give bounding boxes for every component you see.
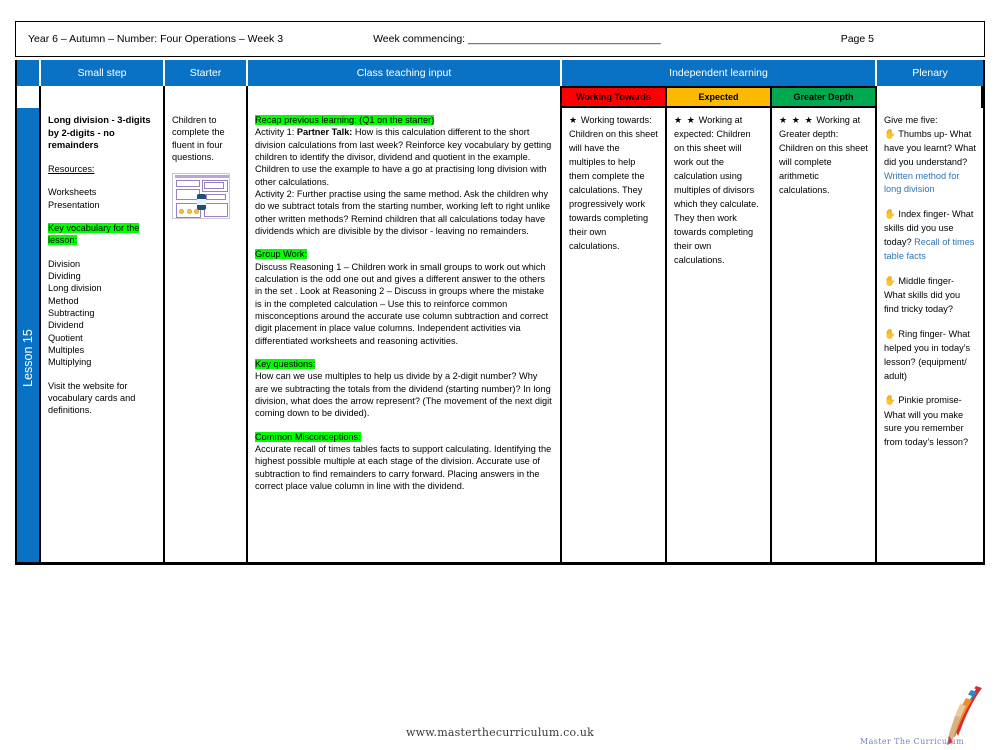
hand-icon: ✋ bbox=[884, 328, 896, 340]
plenary-question: Pinkie promise- What will you make sure … bbox=[884, 395, 969, 448]
working-towards-text: Children on this sheet will have the mul… bbox=[569, 128, 658, 251]
hand-icon: ✋ bbox=[884, 275, 896, 287]
vocabulary-item: Multiplying bbox=[48, 357, 92, 368]
band-working-towards: Working Towards bbox=[562, 86, 667, 108]
lesson-number-label: Lesson 15 bbox=[21, 328, 35, 387]
fluent-in-four-worksheet-thumbnail[interactable] bbox=[172, 173, 230, 220]
hand-icon: ✋ bbox=[884, 128, 896, 140]
logo-text: Master The Curriculum bbox=[860, 737, 964, 746]
vocabulary-item: Subtracting bbox=[48, 308, 95, 319]
sub-spacer-plenary bbox=[877, 86, 983, 108]
week-commencing-field[interactable]: Week commencing: _______________________… bbox=[283, 33, 661, 45]
activity-2: Activity 2: Further practise using the s… bbox=[255, 188, 551, 236]
band-greater-depth: Greater Depth bbox=[772, 86, 877, 108]
header-starter: Starter bbox=[165, 60, 248, 86]
band-expected: Expected bbox=[667, 86, 772, 108]
lesson-number-spine: Lesson 15 bbox=[17, 108, 41, 562]
star-rating-icon: ★ ★ ★ bbox=[779, 115, 814, 125]
sub-spacer-starter bbox=[165, 86, 248, 108]
common-misconceptions-tag: Common Misconceptions: bbox=[255, 431, 361, 442]
plenary-intro: Give me five: bbox=[884, 115, 938, 125]
plenary-item: ✋ Ring finger- What helped you in today’… bbox=[884, 328, 976, 384]
common-misconceptions-text: Accurate recall of times tables facts to… bbox=[255, 443, 552, 491]
header-class-teaching-input: Class teaching input bbox=[248, 60, 562, 86]
plenary-answer: Written method for long division bbox=[884, 170, 960, 195]
header-independent-learning: Independent learning bbox=[562, 60, 877, 86]
plenary-item: ✋ Thumbs up- What have you learnt? What … bbox=[884, 128, 976, 197]
unit-title: Year 6 – Autumn – Number: Four Operation… bbox=[28, 33, 284, 45]
expected-text: Children on this sheet will work out the… bbox=[674, 128, 759, 265]
star-rating-icon: ★ bbox=[569, 115, 579, 125]
lesson-row: Lesson 15 Long division - 3-digits by 2-… bbox=[17, 108, 983, 562]
cell-plenary: Give me five: ✋ Thumbs up- What have you… bbox=[877, 108, 983, 562]
vocabulary-item: Long division bbox=[48, 283, 102, 294]
vocabulary-item: Method bbox=[48, 295, 79, 306]
vocabulary-item: Multiples bbox=[48, 345, 85, 355]
resource-item: Presentation bbox=[48, 199, 100, 210]
sub-spacer-class bbox=[248, 86, 562, 108]
header-plenary: Plenary bbox=[877, 60, 983, 86]
vocabulary-item: Dividend bbox=[48, 320, 84, 331]
star-rating-icon: ★ ★ bbox=[674, 115, 697, 125]
group-work-tag: Group Work: bbox=[255, 249, 307, 260]
vocabulary-item: Quotient bbox=[48, 332, 83, 343]
resource-item: Worksheets bbox=[48, 187, 97, 198]
greater-depth-text: Children on this sheet will complete ari… bbox=[779, 142, 868, 195]
plenary-question: Middle finger- What skills did you find … bbox=[884, 275, 961, 314]
header-small-step: Small step bbox=[41, 60, 165, 86]
cell-class-teaching-input: Recap previous learning: (Q1 on the star… bbox=[248, 108, 562, 562]
cell-greater-depth: ★ ★ ★ Working at Greater depth: Children… bbox=[772, 108, 877, 562]
footer-website-url[interactable]: www.masterthecurriculum.co.uk bbox=[0, 726, 1000, 739]
plenary-item: ✋ Pinkie promise- What will you make sur… bbox=[884, 394, 976, 450]
table-header-row: Small step Starter Class teaching input … bbox=[17, 60, 983, 86]
differentiation-header-row: Working Towards Expected Greater Depth bbox=[17, 86, 983, 108]
lesson-plan-table: Small step Starter Class teaching input … bbox=[15, 60, 985, 565]
header-lesson-spine bbox=[17, 60, 41, 86]
cell-starter: Children to complete the fluent in four … bbox=[165, 108, 248, 562]
plenary-item: ✋ Middle finger- What skills did you fin… bbox=[884, 275, 976, 317]
cell-expected: ★ ★ Working at expected: Children on thi… bbox=[667, 108, 772, 562]
plenary-item: ✋ Index finger- What skills did you use … bbox=[884, 208, 976, 264]
resources-heading: Resources: bbox=[48, 164, 95, 175]
sub-spacer-small-step bbox=[41, 86, 165, 108]
pencil-logo: Master The Curriculum bbox=[860, 682, 990, 748]
vocabulary-item: Dividing bbox=[48, 271, 81, 282]
small-step-title: Long division - 3-digits by 2-digits - n… bbox=[48, 114, 151, 151]
working-towards-heading: Working towards: bbox=[580, 115, 652, 125]
page-number-label: Page 5 bbox=[840, 33, 874, 45]
hand-icon: ✋ bbox=[884, 209, 896, 221]
document-title-bar: Year 6 – Autumn – Number: Four Operation… bbox=[15, 21, 985, 57]
activity-1: Activity 1: Partner Talk: How is this ca… bbox=[255, 127, 552, 187]
plenary-question: Thumbs up- What have you learnt? What di… bbox=[884, 128, 976, 167]
cell-small-step: Long division - 3-digits by 2-digits - n… bbox=[41, 108, 165, 562]
plenary-question: Ring finger- What helped you in today’s … bbox=[884, 328, 971, 381]
key-questions-tag: Key questions: bbox=[255, 358, 316, 369]
key-questions-text: How can we use multiples to help us divi… bbox=[255, 371, 552, 419]
vocabulary-item: Division bbox=[48, 258, 81, 269]
cell-working-towards: ★ Working towards: Children on this shee… bbox=[562, 108, 667, 562]
lesson-plan-page: Year 6 – Autumn – Number: Four Operation… bbox=[0, 0, 1000, 750]
sub-spacer-lesson bbox=[17, 86, 41, 108]
website-note: Visit the website for vocabulary cards a… bbox=[48, 380, 136, 416]
recap-tag: Recap previous learning: (Q1 on the star… bbox=[255, 115, 435, 125]
starter-text: Children to complete the fluent in four … bbox=[172, 115, 225, 162]
hand-icon: ✋ bbox=[884, 395, 896, 407]
group-work-text: Discuss Reasoning 1 – Children work in s… bbox=[255, 261, 549, 346]
key-vocabulary-heading: Key vocabulary for the lesson: bbox=[48, 223, 140, 246]
